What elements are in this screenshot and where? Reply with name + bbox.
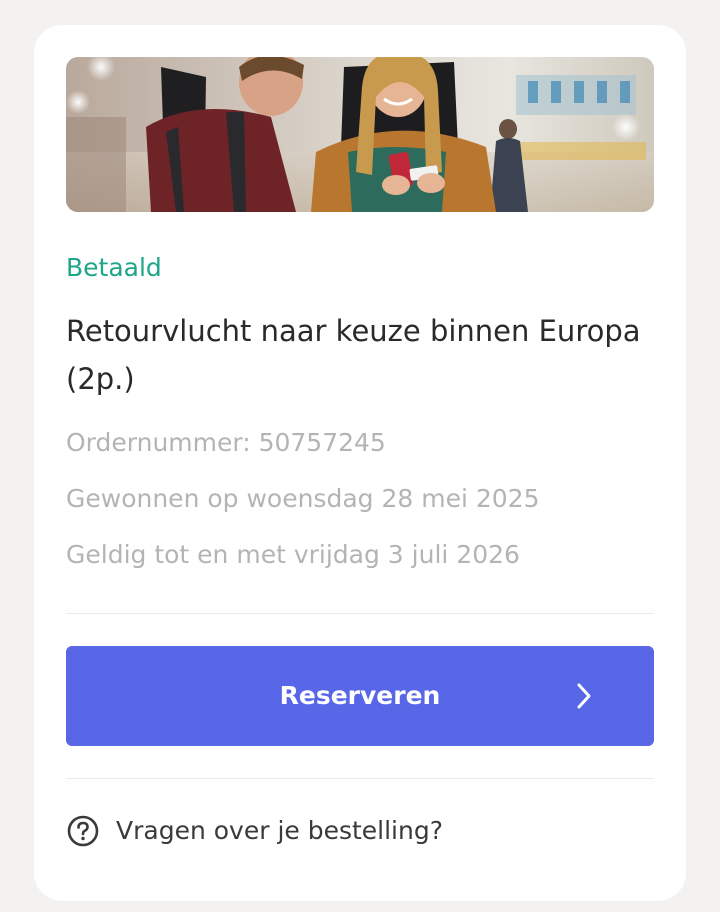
reserve-button[interactable]: Reserveren: [66, 646, 654, 746]
question-circle-icon: [66, 814, 100, 848]
payment-status: Betaald: [66, 253, 162, 282]
reserve-button-label: Reserveren: [279, 681, 441, 710]
chevron-right-icon: [570, 682, 598, 710]
won-date: Gewonnen op woensdag 28 mei 2025: [66, 484, 540, 513]
order-questions-link[interactable]: Vragen over je bestelling?: [66, 811, 443, 851]
product-title: Retourvlucht naar keuze binnen Europa (2…: [66, 314, 641, 396]
divider: [66, 778, 654, 779]
order-number: Ordernummer: 50757245: [66, 428, 386, 457]
divider: [66, 613, 654, 614]
order-questions-label: Vragen over je bestelling?: [116, 816, 443, 845]
order-card: Betaald Retourvlucht naar keuze binnen E…: [34, 25, 686, 901]
valid-until-date: Geldig tot en met vrijdag 3 juli 2026: [66, 540, 520, 569]
hero-image: [66, 57, 654, 212]
